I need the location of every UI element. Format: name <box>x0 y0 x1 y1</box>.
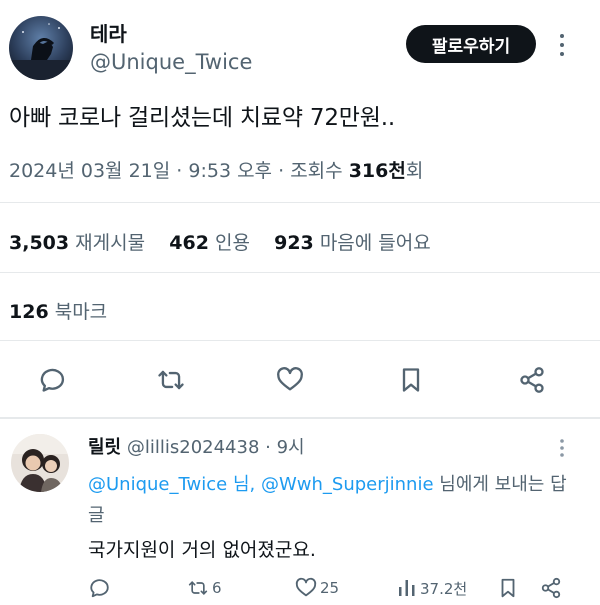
share-icon[interactable] <box>540 575 562 601</box>
tweet-date[interactable]: 2024년 03월 21일 <box>9 160 170 182</box>
mention-connector: 님, <box>232 474 256 495</box>
reply-time[interactable]: 9시 <box>277 437 305 458</box>
retweets-label: 재게시물 <box>75 232 146 254</box>
replying-to: @Unique_Twice 님, @Wwh_Superjinnie 님에게 보내… <box>88 469 568 531</box>
reply-header: 릴릿 @lillis2024438 · 9시 <box>88 433 305 459</box>
reply-icon <box>90 579 109 598</box>
reply-separator: · <box>259 437 277 458</box>
engagement-stats: 3,503 재게시물 462 인용 923 마음에 들어요 <box>9 228 431 255</box>
views-suffix: 회 <box>405 160 424 182</box>
views-icon <box>399 580 415 596</box>
retweet-icon[interactable] <box>153 362 189 398</box>
tweet-text: 아빠 코로나 걸리셨는데 치료약 72만원.. <box>9 105 395 131</box>
author-handle[interactable]: @Unique_Twice <box>90 50 252 74</box>
retweets-count: 3,503 <box>9 232 70 254</box>
tweet-time[interactable]: 9:53 오후 <box>188 160 272 182</box>
divider <box>0 340 600 341</box>
bookmark-icon[interactable] <box>393 362 429 398</box>
retweets-stat[interactable]: 3,503 재게시물 <box>9 232 145 254</box>
reply-avatar[interactable] <box>11 434 69 492</box>
heart-icon[interactable] <box>272 362 308 398</box>
reply-retweet-count: 6 <box>212 579 222 597</box>
quotes-count: 462 <box>169 232 209 254</box>
likes-count: 923 <box>274 232 314 254</box>
reply-author-name[interactable]: 릴릿 <box>88 437 121 458</box>
reply-author-handle[interactable]: @lillis2024438 <box>127 437 260 458</box>
reply-views-count: 37.2천 <box>420 579 468 598</box>
share-icon[interactable] <box>514 362 550 398</box>
likes-label: 마음에 들어요 <box>319 232 431 254</box>
reply-icon[interactable] <box>35 362 71 398</box>
quotes-stat[interactable]: 462 인용 <box>169 232 250 254</box>
more-icon[interactable] <box>552 30 572 60</box>
bookmarks-count: 126 <box>9 301 49 323</box>
views-label: 조회수 <box>290 160 343 182</box>
more-icon[interactable] <box>554 436 570 460</box>
section-divider <box>0 417 600 419</box>
reply-retweet-button[interactable]: 6 <box>187 575 222 601</box>
tweet-meta: 2024년 03월 21일 · 9:53 오후 · 조회수 316천회 <box>9 156 423 183</box>
reply-reply-button[interactable] <box>89 575 111 601</box>
likes-stat[interactable]: 923 마음에 들어요 <box>274 232 431 254</box>
views-value: 316천 <box>348 160 406 182</box>
heart-icon <box>295 577 317 597</box>
reply-text: 국가지원이 거의 없어졌군요. <box>88 539 316 561</box>
reply-like-button[interactable]: 25 <box>295 575 339 601</box>
author-name[interactable]: 테라 <box>90 18 127 47</box>
meta-separator: · <box>176 160 189 182</box>
divider <box>0 202 600 203</box>
mention-link[interactable]: @Wwh_Superjinnie <box>261 474 434 495</box>
reply-like-count: 25 <box>320 579 340 597</box>
reply-views-button[interactable]: 37.2천 <box>397 575 467 601</box>
meta-separator: · <box>278 160 291 182</box>
bookmark-icon[interactable] <box>497 575 519 601</box>
author-avatar[interactable] <box>9 16 73 80</box>
bookmarks-label: 북마크 <box>54 301 108 323</box>
retweet-icon <box>188 581 208 595</box>
quotes-label: 인용 <box>214 232 250 254</box>
follow-button[interactable]: 팔로우하기 <box>406 25 536 63</box>
divider <box>0 272 600 273</box>
mention-link[interactable]: @Unique_Twice <box>88 474 227 495</box>
bookmarks-stat: 126 북마크 <box>9 297 107 324</box>
